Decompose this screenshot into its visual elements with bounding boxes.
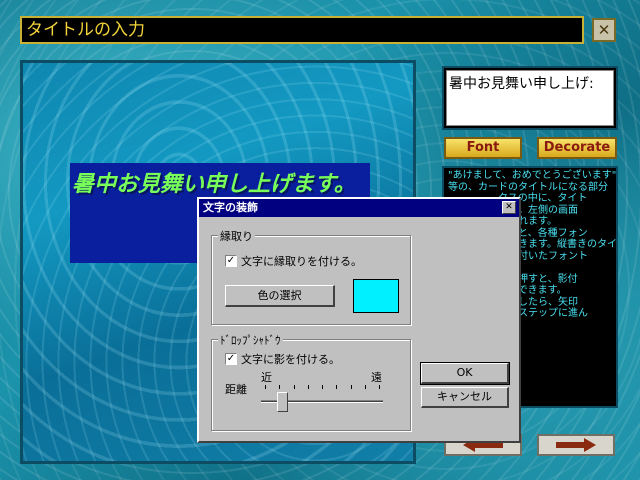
distance-label: 距離 (225, 383, 247, 396)
window-close-button[interactable]: ✕ (592, 18, 616, 42)
outline-checkbox[interactable]: ✓ (225, 255, 237, 267)
close-icon: ✕ (597, 20, 611, 39)
card-title-text: 暑中お見舞い申し上げます。 (72, 172, 356, 197)
ok-button[interactable]: OK (420, 362, 510, 385)
slider-tick (265, 385, 266, 389)
shadow-checkbox-label: 文字に影を付ける。 (241, 353, 340, 366)
slider-tick (336, 385, 338, 389)
dialog-titlebar: 文字の装飾 (199, 199, 519, 217)
check-icon: ✓ (226, 255, 236, 266)
outline-checkbox-row[interactable]: ✓ 文字に縁取りを付ける。 (225, 253, 362, 269)
shadow-group-label: ﾄﾞﾛｯﾌﾟｼｬﾄﾞｳ (218, 332, 283, 348)
dialog-close-button[interactable]: ✕ (502, 201, 516, 214)
select-color-button[interactable]: 色の選択 (225, 285, 335, 307)
next-button[interactable] (537, 434, 615, 456)
outline-checkbox-label: 文字に縁取りを付ける。 (241, 255, 362, 268)
font-button[interactable]: Font (444, 137, 522, 159)
title-input-frame: 暑中お見舞い申し上げ: (442, 66, 618, 130)
shadow-checkbox-row[interactable]: ✓ 文字に影を付ける。 (225, 351, 340, 367)
help-line: 等の、カードのタイトルになる部分 (448, 181, 608, 193)
slider-tick (350, 385, 352, 389)
right-arrow-icon (556, 438, 596, 452)
slider-tick (307, 385, 309, 389)
slider-tick (364, 385, 366, 389)
outline-color-swatch[interactable] (353, 279, 399, 313)
outline-group-label: 縁取り (218, 228, 255, 244)
slider-tick (322, 385, 323, 389)
decorate-button[interactable]: Decorate (537, 137, 617, 159)
near-label: 近 (261, 371, 272, 384)
far-label: 遠 (371, 371, 382, 384)
cancel-button[interactable]: キャンセル (421, 387, 509, 408)
check-icon: ✓ (226, 353, 236, 364)
dialog-title: 文字の装飾 (203, 201, 258, 214)
window-title: タイトルの入力 (20, 16, 584, 44)
slider-tick (279, 385, 281, 389)
title-input[interactable]: 暑中お見舞い申し上げ: (446, 70, 614, 126)
slider-tick (293, 385, 295, 389)
distance-slider-thumb[interactable] (277, 392, 289, 412)
slider-tick (379, 385, 380, 389)
decoration-dialog: 文字の装飾 ✕ 縁取り ✓ 文字に縁取りを付ける。 色の選択 ﾄﾞﾛｯﾌﾟｼｬﾄ… (197, 197, 521, 443)
close-icon: ✕ (505, 202, 513, 212)
help-line: "あけまして、おめでとうございます" (448, 170, 617, 181)
shadow-checkbox[interactable]: ✓ (225, 353, 237, 365)
